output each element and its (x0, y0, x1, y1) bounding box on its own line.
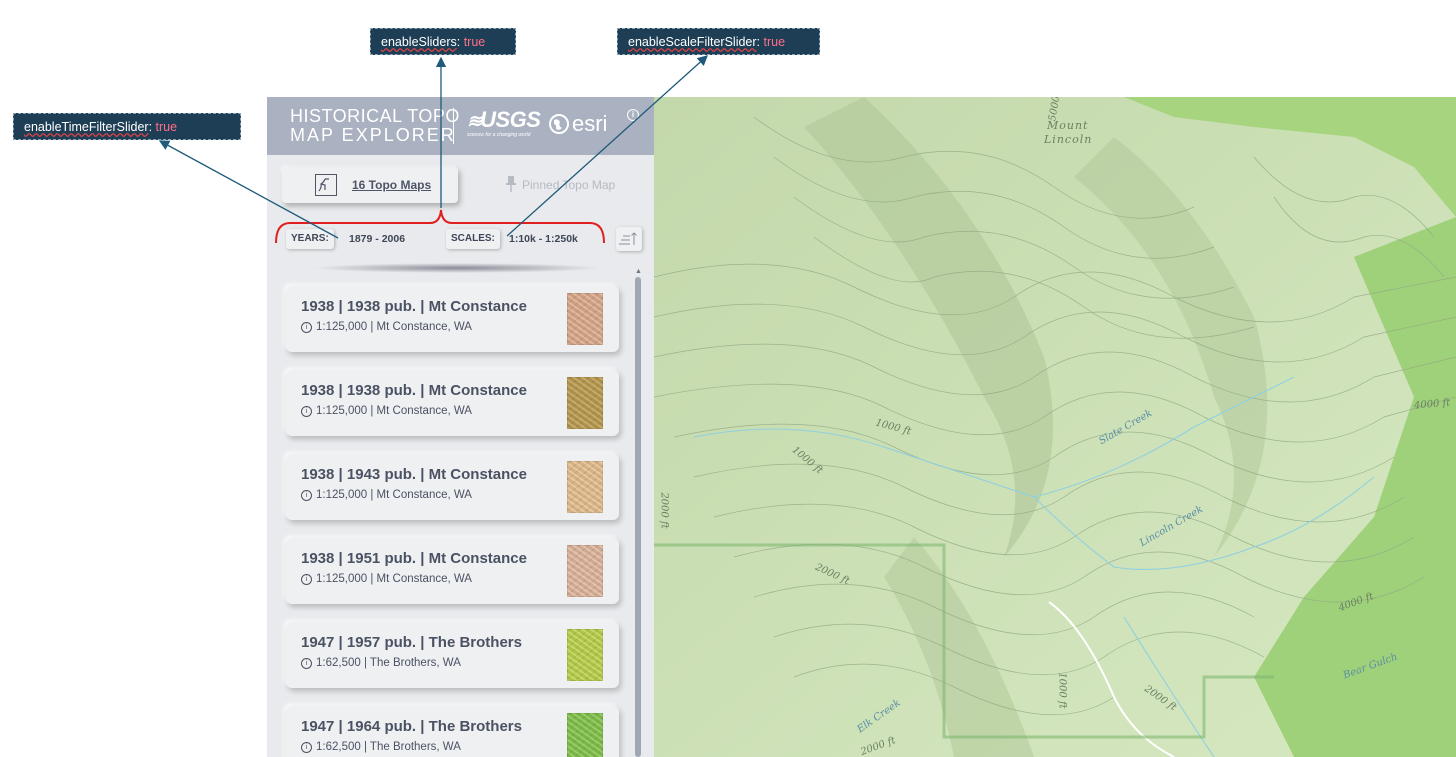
pin-icon (506, 175, 516, 195)
years-filter-value[interactable]: 1879 - 2006 (349, 229, 405, 249)
list-item[interactable]: 1938 | 1943 pub. | Mt Constance i 1:125,0… (286, 454, 619, 520)
contour-label: 1000 ft (1056, 672, 1068, 709)
annotation-value: true (463, 35, 486, 49)
info-icon[interactable]: i (301, 489, 312, 501)
list-item[interactable]: 1938 | 1951 pub. | Mt Constance i 1:125,0… (286, 538, 619, 604)
list-top-shadow (312, 263, 602, 273)
scales-filter-label[interactable]: SCALES: (446, 229, 500, 249)
topo-explorer-panel: HISTORICAL TOPO MAP EXPLORER ≋USGS scien… (267, 97, 654, 757)
map-title: 1938 | 1943 pub. | Mt Constance (301, 466, 527, 483)
map-title: 1938 | 1938 pub. | Mt Constance (301, 298, 527, 315)
annotation-value: true (155, 120, 178, 134)
annotation-scale-filter: enableScaleFilterSlider: true (617, 28, 820, 55)
info-icon[interactable]: i (301, 741, 312, 753)
esri-logo[interactable]: esri (549, 112, 607, 136)
map-title: 1938 | 1938 pub. | Mt Constance (301, 382, 527, 399)
info-icon[interactable]: i (627, 109, 639, 121)
years-filter-label[interactable]: YEARS: (286, 229, 334, 249)
map-subtitle: 1:125,000 | Mt Constance, WA (316, 405, 472, 417)
map-thumbnail (567, 293, 603, 345)
map-title: 1938 | 1951 pub. | Mt Constance (301, 550, 527, 567)
list-item[interactable]: 1938 | 1938 pub. | Mt Constance i 1:125,0… (286, 286, 619, 352)
info-icon[interactable]: i (301, 657, 312, 669)
map-thumbnail (567, 461, 603, 513)
scales-filter-value[interactable]: 1:10k - 1:250k (509, 229, 578, 249)
annotation-value: true (763, 35, 786, 49)
map-subtitle: 1:125,000 | Mt Constance, WA (316, 489, 472, 501)
peak-label: Lincoln (1044, 133, 1093, 146)
sort-icon (619, 232, 637, 245)
sort-button[interactable] (616, 227, 642, 251)
header-divider (453, 108, 454, 144)
map-thumbnail (567, 713, 603, 757)
map-subtitle: 1:125,000 | Mt Constance, WA (316, 573, 472, 585)
tab-topo-maps[interactable]: 16 Topo Maps (282, 167, 458, 203)
info-icon[interactable]: i (301, 405, 312, 417)
list-item[interactable]: 1947 | 1964 pub. | The Brothers i 1:62,50… (286, 706, 619, 757)
scroll-up-arrow-icon[interactable]: ▲ (635, 268, 642, 275)
map-subtitle: 1:62,500 | The Brothers, WA (316, 741, 461, 753)
annotation-time-filter: enableTimeFilterSlider: true (13, 113, 241, 140)
annotation-key: enableSliders (381, 35, 457, 49)
map-subtitle: 1:125,000 | Mt Constance, WA (316, 321, 472, 333)
topo-map-list: 1938 | 1938 pub. | Mt Constance i 1:125,0… (267, 277, 654, 757)
map-title: 1947 | 1964 pub. | The Brothers (301, 718, 522, 735)
list-scrollbar[interactable] (635, 277, 641, 757)
filter-bar: YEARS: 1879 - 2006 SCALES: 1:10k - 1:250… (267, 223, 654, 255)
info-icon[interactable]: i (301, 321, 312, 333)
info-icon[interactable]: i (301, 573, 312, 585)
tab-label: Pinned Topo Map (522, 178, 616, 192)
map-subtitle: 1:62,500 | The Brothers, WA (316, 657, 461, 669)
list-item[interactable]: 1938 | 1938 pub. | Mt Constance i 1:125,0… (286, 370, 619, 436)
map-thumbnail (567, 377, 603, 429)
contour-label: 2000 ft (658, 492, 670, 529)
usgs-logo[interactable]: ≋USGS science for a changing world (467, 109, 541, 139)
map-title: 1947 | 1957 pub. | The Brothers (301, 634, 522, 651)
annotation-sliders: enableSliders: true (370, 28, 516, 55)
tab-bar: 16 Topo Maps Pinned Topo Map (281, 167, 641, 203)
map-thumbnail (567, 629, 603, 681)
app-title: HISTORICAL TOPO MAP EXPLORER (290, 106, 460, 145)
annotation-key: enableScaleFilterSlider (628, 35, 757, 49)
annotation-key: enableTimeFilterSlider (24, 120, 149, 134)
map-outline-icon (315, 174, 337, 196)
map-thumbnail (567, 545, 603, 597)
app-header: HISTORICAL TOPO MAP EXPLORER ≋USGS scien… (267, 97, 654, 155)
topo-map-view[interactable]: Mount Lincoln 1000 ft 1000 ft Slate Cree… (654, 97, 1456, 757)
tab-pinned-map[interactable]: Pinned Topo Map (471, 167, 641, 203)
list-item[interactable]: 1947 | 1957 pub. | The Brothers i 1:62,50… (286, 622, 619, 688)
tab-label: 16 Topo Maps (352, 178, 432, 192)
globe-icon (549, 114, 569, 134)
topo-map-graphics (654, 97, 1456, 757)
